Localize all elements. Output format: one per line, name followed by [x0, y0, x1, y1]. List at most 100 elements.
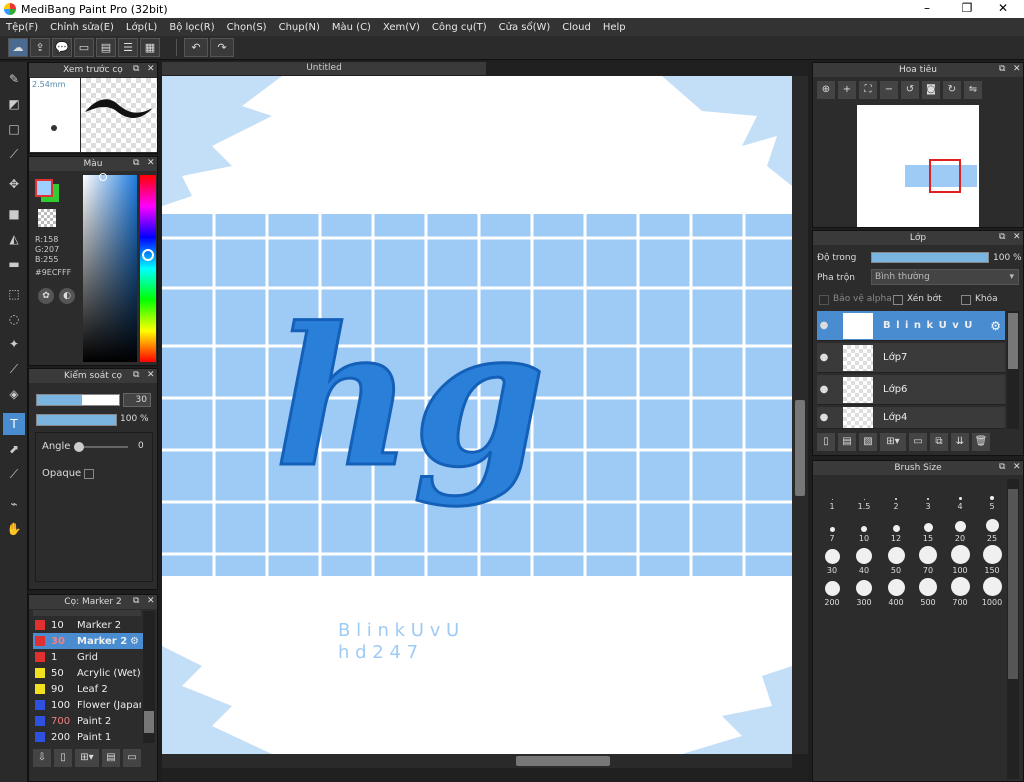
canvas-horizontal-scrollbar[interactable]	[162, 754, 792, 768]
brush-size-option[interactable]: 12	[881, 513, 911, 543]
close-icon[interactable]: ✕	[1013, 462, 1021, 472]
protect-alpha-checkbox[interactable]	[819, 295, 829, 305]
zoom-out-icon[interactable]: −	[880, 81, 898, 99]
new-8bit-layer-icon[interactable]: ▧	[859, 433, 877, 451]
size-value[interactable]: 30	[123, 393, 151, 407]
menu-cloud[interactable]: Cloud	[556, 22, 597, 33]
operation-tool-icon[interactable]: ⬈	[3, 438, 25, 460]
zoom-in-icon[interactable]: +	[838, 81, 856, 99]
add-brush-icon[interactable]: ⊞▾	[75, 749, 99, 767]
cloud-icon[interactable]: ☁	[8, 38, 28, 57]
add-layer-menu-icon[interactable]: ⊞▾	[880, 433, 906, 451]
brush-size-option[interactable]: 150	[977, 545, 1007, 575]
duplicate-layer-icon[interactable]: ⧉	[930, 433, 948, 451]
menu-edit[interactable]: Chỉnh sửa(E)	[44, 22, 120, 33]
brush-size-option[interactable]: 10	[849, 513, 879, 543]
brush-size-option[interactable]: 7	[817, 513, 847, 543]
cloud-download-icon[interactable]: ⇩	[33, 749, 51, 767]
new-brush-icon[interactable]: ▯	[54, 749, 72, 767]
brush-list-item-selected[interactable]: 30 Marker 2 ⚙	[33, 633, 143, 649]
brush-size-option[interactable]: 15	[913, 513, 943, 543]
brush-size-option[interactable]: 40	[849, 545, 879, 575]
lock-checkbox[interactable]	[961, 295, 971, 305]
new-halftone-layer-icon[interactable]: ▤	[838, 433, 856, 451]
brush-size-option[interactable]: 4	[945, 481, 975, 511]
transparent-swatch[interactable]	[38, 209, 56, 227]
minimize-button[interactable]: –	[912, 0, 942, 18]
palette-icon[interactable]: ✿	[38, 288, 54, 304]
scroll-thumb[interactable]	[795, 400, 805, 496]
menu-capture[interactable]: Chụp(N)	[273, 22, 326, 33]
drawing-canvas[interactable]: hg B l i n k U v U h d 2 4 7	[162, 76, 792, 754]
flip-icon[interactable]: ⇋	[964, 81, 982, 99]
undo-button[interactable]: ↶	[184, 38, 208, 57]
menu-tools[interactable]: Công cụ(T)	[426, 22, 493, 33]
close-icon[interactable]: ✕	[1013, 232, 1021, 242]
brush-size-option[interactable]: 5	[977, 481, 1007, 511]
speech-bubble-icon[interactable]: ▭	[74, 38, 94, 57]
gradient-tool-icon[interactable]: ▬	[3, 253, 25, 275]
maximize-button[interactable]: ❐	[952, 0, 982, 18]
opaque-checkbox[interactable]	[84, 469, 94, 479]
share-icon[interactable]: ⇪	[30, 38, 50, 57]
rotate-right-icon[interactable]: ↻	[943, 81, 961, 99]
float-icon[interactable]: ⧉	[133, 158, 139, 168]
brush-size-scrollbar[interactable]	[1007, 479, 1019, 779]
trash-icon[interactable]: 🗑	[972, 433, 990, 451]
layer-item[interactable]: ● Lớp7	[817, 343, 1005, 373]
brush-size-option[interactable]: 50	[881, 545, 911, 575]
scroll-thumb[interactable]	[1008, 489, 1018, 679]
brush-size-option[interactable]: 3	[913, 481, 943, 511]
select-pen-icon[interactable]: ⟋	[3, 358, 25, 380]
menu-select[interactable]: Chọn(S)	[221, 22, 273, 33]
fit-screen-icon[interactable]: ⛶	[859, 81, 877, 99]
brush-settings-icon[interactable]: ▤	[102, 749, 120, 767]
page-icon[interactable]: ▤	[96, 38, 116, 57]
scroll-thumb[interactable]	[516, 756, 610, 766]
hue-cursor[interactable]	[142, 249, 154, 261]
primary-color-swatch[interactable]	[35, 179, 53, 197]
bucket-tool-icon[interactable]: ◭	[3, 228, 25, 250]
float-icon[interactable]: ⧉	[133, 64, 139, 74]
new-layer-icon[interactable]: ▯	[817, 433, 835, 451]
brush-size-option[interactable]: 1000	[977, 577, 1007, 607]
lasso-select-icon[interactable]: ◌	[3, 308, 25, 330]
view-rectangle[interactable]	[929, 159, 961, 193]
close-icon[interactable]: ✕	[147, 596, 155, 606]
brush-list-item[interactable]: 50 Acrylic (Wet)	[33, 665, 141, 681]
eye-icon[interactable]: ●	[817, 412, 831, 423]
brush-size-option[interactable]: 700	[945, 577, 975, 607]
brush-list-item[interactable]: 1 Grid	[33, 649, 141, 665]
brush-list-item[interactable]: 100 Flower (Japanes	[33, 697, 141, 713]
size-slider[interactable]	[36, 394, 120, 406]
layer-item-selected[interactable]: ● B l i n k U v U ⚙	[817, 311, 1005, 341]
hand-tool-icon[interactable]: ✋	[3, 518, 25, 540]
rotate-left-icon[interactable]: ↺	[901, 81, 919, 99]
clip-checkbox[interactable]	[893, 295, 903, 305]
brush-tool-icon[interactable]: ✎	[3, 68, 25, 90]
brush-size-option[interactable]: 300	[849, 577, 879, 607]
scroll-thumb[interactable]	[1008, 313, 1018, 369]
gear-icon[interactable]: ⚙	[130, 636, 139, 647]
dot-tool-icon[interactable]: □	[3, 118, 25, 140]
layer-item[interactable]: ● Lớp4	[817, 407, 1005, 429]
close-button[interactable]: ✕	[988, 0, 1018, 18]
color-history-icon[interactable]: ◐	[59, 288, 75, 304]
document-tab[interactable]: Untitled	[162, 62, 486, 75]
angle-knob[interactable]	[74, 442, 84, 452]
brush-size-option[interactable]: 200	[817, 577, 847, 607]
eyedropper-icon[interactable]: ⌁	[3, 493, 25, 515]
divide-tool-icon[interactable]: ⟋	[3, 463, 25, 485]
folder-icon[interactable]: ▭	[909, 433, 927, 451]
hue-slider[interactable]	[140, 175, 156, 362]
eye-icon[interactable]: ●	[817, 320, 831, 331]
page-grid-icon[interactable]: ▦	[140, 38, 160, 57]
opacity-slider[interactable]	[36, 414, 117, 426]
blend-mode-select[interactable]: Bình thường ▾	[871, 269, 1019, 285]
merge-layer-icon[interactable]: ⇊	[951, 433, 969, 451]
menu-file[interactable]: Tệp(F)	[0, 22, 44, 33]
menu-filter[interactable]: Bộ lọc(R)	[163, 22, 220, 33]
gear-icon[interactable]: ⚙	[990, 319, 1001, 333]
folder-icon[interactable]: ▭	[123, 749, 141, 767]
brush-size-option[interactable]: 1	[817, 481, 847, 511]
